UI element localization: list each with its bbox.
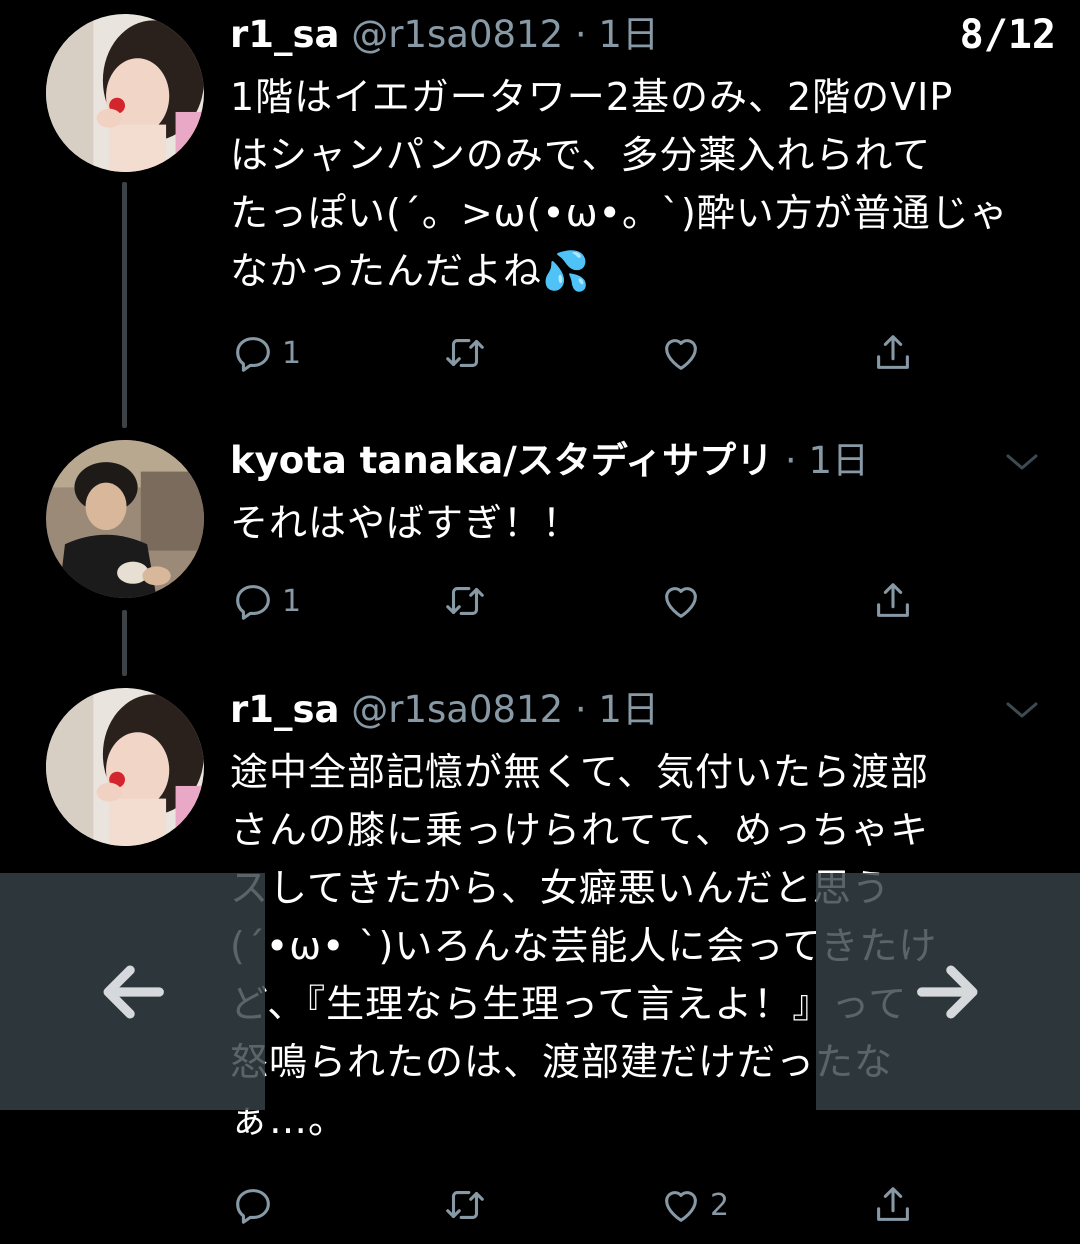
- chevron-down-icon[interactable]: [1004, 450, 1040, 474]
- timestamp[interactable]: 1日: [808, 439, 869, 482]
- heart-icon: [665, 1191, 697, 1222]
- reply-icon: [236, 337, 270, 372]
- share-icon: [877, 1187, 909, 1221]
- like-count: 2: [710, 1187, 730, 1223]
- thread-connector: [122, 610, 127, 676]
- retweet-button[interactable]: [442, 1180, 488, 1230]
- reply-button[interactable]: [230, 1180, 282, 1230]
- tweet-text: 1階はイエガータワー2基のみ、2階のVIP はシャンパンのみで、多分薬入れられて…: [230, 75, 1009, 293]
- display-name[interactable]: r1_sa: [230, 13, 339, 56]
- like-button[interactable]: [658, 576, 710, 626]
- timestamp[interactable]: 1日: [598, 13, 659, 56]
- tweet-actions: 1: [230, 328, 930, 378]
- display-name[interactable]: r1_sa: [230, 688, 339, 731]
- next-button[interactable]: [816, 873, 1080, 1110]
- handle[interactable]: @r1sa0812: [351, 688, 563, 731]
- share-icon: [877, 335, 909, 369]
- reply-icon: [236, 1189, 270, 1224]
- tweet-header: r1_sa @r1sa0812 · 1日: [230, 11, 659, 59]
- heart-icon: [665, 339, 697, 370]
- tweet-header: r1_sa @r1sa0812 · 1日: [230, 686, 659, 734]
- reply-count: 1: [282, 335, 302, 371]
- reply-icon: [236, 585, 270, 620]
- retweet-icon: [446, 587, 484, 615]
- share-button[interactable]: [870, 328, 916, 378]
- retweet-button[interactable]: [442, 576, 488, 626]
- reply-button[interactable]: 1: [230, 576, 301, 626]
- reply-button[interactable]: 1: [230, 328, 301, 378]
- arrow-left-icon: [103, 964, 164, 1019]
- tweet-actions: 2: [230, 1180, 930, 1230]
- share-button[interactable]: [870, 1180, 916, 1230]
- retweet-button[interactable]: [442, 328, 488, 378]
- heart-icon: [665, 587, 697, 618]
- separator: ·: [784, 439, 797, 482]
- timestamp[interactable]: 1日: [598, 688, 659, 731]
- tweet-text: それはやばすぎ！！: [230, 501, 582, 545]
- avatar[interactable]: [46, 440, 204, 598]
- like-button[interactable]: 2: [658, 1180, 729, 1230]
- share-button[interactable]: [870, 576, 916, 626]
- share-icon: [877, 583, 909, 617]
- tweet-header: kyota tanaka/スタディサプリ · 1日: [230, 437, 869, 485]
- reply-count: 1: [282, 583, 302, 619]
- like-button[interactable]: [658, 328, 710, 378]
- thread-connector: [122, 182, 127, 428]
- separator: ·: [574, 13, 587, 56]
- retweet-icon: [446, 1191, 484, 1219]
- avatar[interactable]: [46, 14, 204, 172]
- tweet-actions: 1: [230, 576, 930, 626]
- previous-button[interactable]: [0, 873, 265, 1110]
- chevron-down-icon[interactable]: [1004, 698, 1040, 722]
- arrow-right-icon: [917, 964, 978, 1019]
- display-name[interactable]: kyota tanaka/スタディサプリ: [230, 439, 773, 482]
- page-counter: 8/12: [959, 12, 1056, 58]
- retweet-icon: [446, 339, 484, 367]
- avatar[interactable]: [46, 688, 204, 846]
- handle[interactable]: @r1sa0812: [351, 13, 563, 56]
- separator: ·: [574, 688, 587, 731]
